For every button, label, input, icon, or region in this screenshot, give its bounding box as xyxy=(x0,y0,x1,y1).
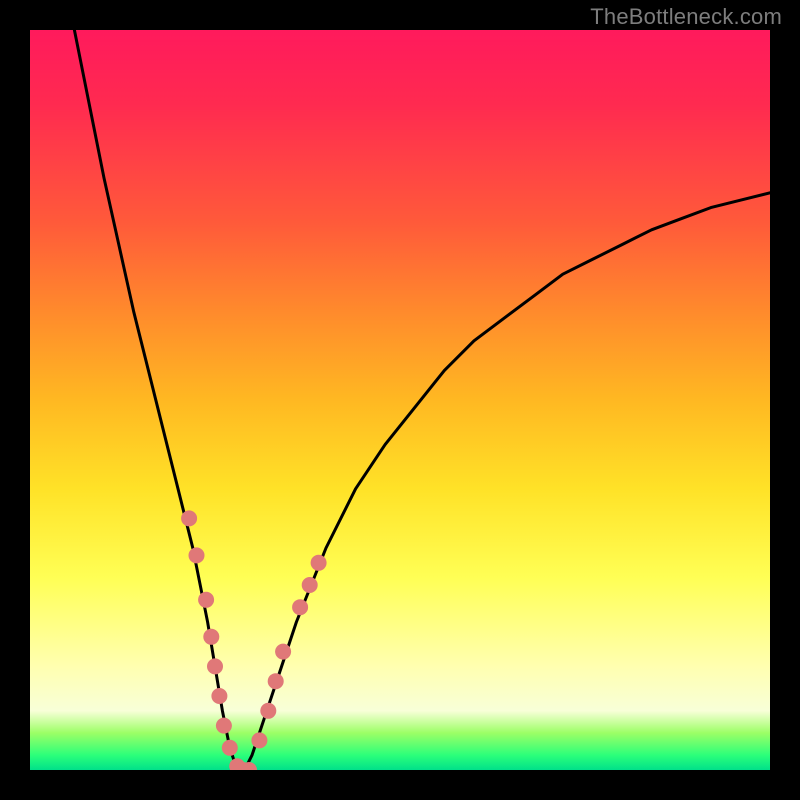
marker-dot xyxy=(302,577,318,593)
marker-dot xyxy=(203,629,219,645)
marker-dot xyxy=(311,555,327,571)
watermark-text: TheBottleneck.com xyxy=(590,4,782,30)
marker-dot xyxy=(207,658,223,674)
marker-dot xyxy=(268,673,284,689)
marker-dot xyxy=(275,644,291,660)
marker-dot xyxy=(260,703,276,719)
marker-dot xyxy=(235,762,251,770)
marker-dot xyxy=(241,762,257,770)
marker-dot xyxy=(189,547,205,563)
marker-dot xyxy=(222,740,238,756)
bottleneck-curve xyxy=(74,30,770,770)
curve-markers xyxy=(181,510,327,770)
marker-dot xyxy=(181,510,197,526)
marker-dot xyxy=(216,718,232,734)
plot-area xyxy=(30,30,770,770)
marker-dot xyxy=(251,732,267,748)
marker-dot xyxy=(211,688,227,704)
chart-svg xyxy=(30,30,770,770)
marker-dot xyxy=(198,592,214,608)
outer-frame: TheBottleneck.com xyxy=(0,0,800,800)
marker-dot xyxy=(292,599,308,615)
marker-dot xyxy=(229,758,245,770)
